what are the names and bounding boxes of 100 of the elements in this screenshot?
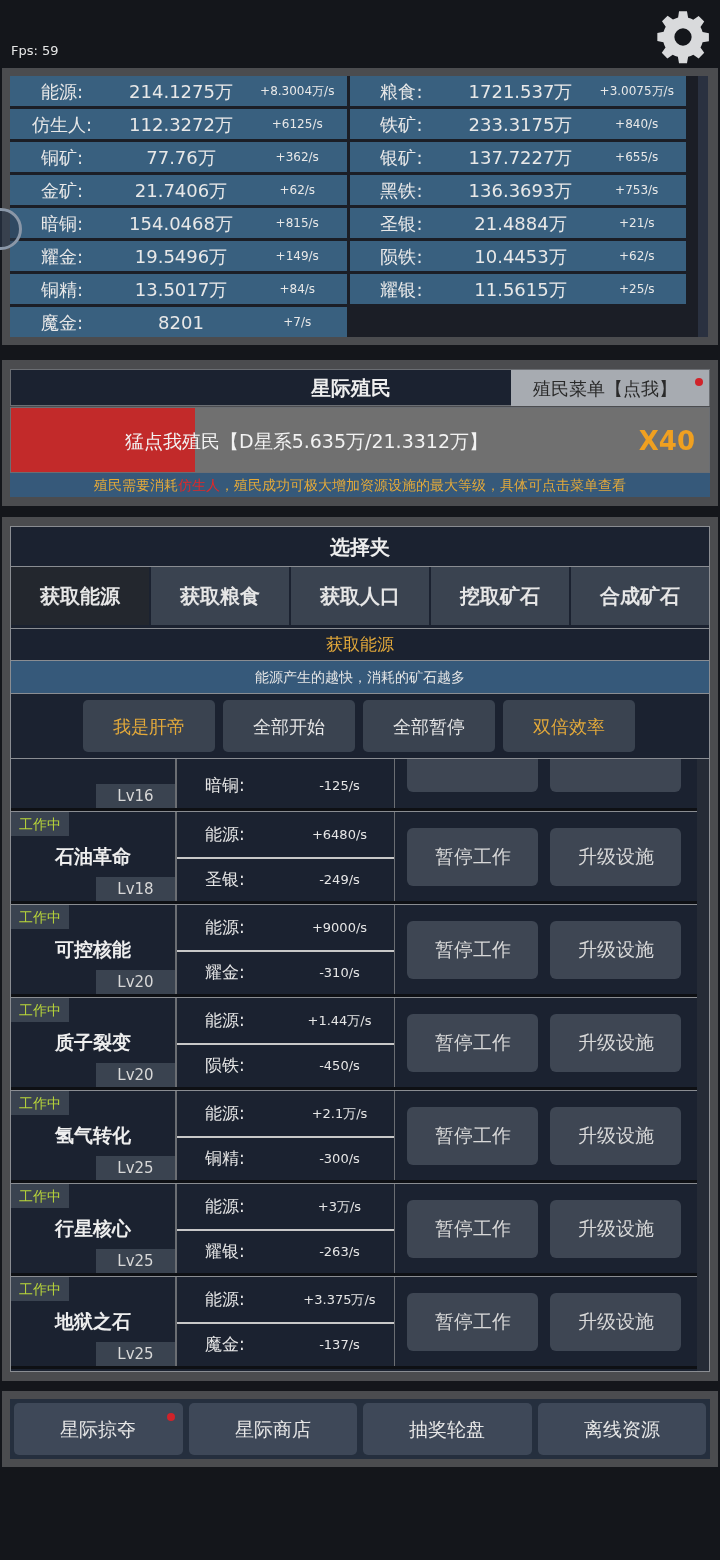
working-badge: 工作中 [11,998,69,1022]
category-tab[interactable]: 挖取矿石 [431,567,569,625]
facility-button[interactable]: 升级设施 [550,1013,681,1072]
facility-button[interactable]: 暂停工作 [407,920,538,979]
resource-rate: -263/s [318,1243,361,1262]
resource-amount: 214.1275万 [128,79,234,104]
resource-amount: 154.0468万 [128,211,234,236]
action-button[interactable]: 全部暂停 [363,700,495,752]
resource-name: 暗铜: [39,211,85,236]
resource-rate: +3万/s [316,1198,363,1217]
facility-button[interactable]: 暂停工作 [407,1199,538,1258]
resource-name: 圣银: [204,868,246,892]
resource-name: 仿生人: [30,112,94,137]
facility-button[interactable]: 暂停工作 [407,1106,538,1165]
resource-rate: +8.3004万/s [259,83,336,100]
resource-name: 圣银: [379,211,424,236]
working-badge: 工作中 [11,812,69,836]
facility-button[interactable]: 升级设施 [550,1199,681,1258]
facility-button[interactable]: 暂停工作 [407,1292,538,1351]
colony-progress-bar[interactable]: 猛点我殖民【D星系5.635万/21.3312万】 X40 [10,407,710,473]
resource-name: 能源: [204,1195,246,1219]
resource-rate: -450/s [318,1057,361,1076]
facility-name: 质子裂变 [54,1030,132,1055]
resource-name: 黑铁: [379,178,424,203]
resource-name: 耀金: [39,244,85,269]
resource-rate: +655/s [614,149,660,166]
resource-name: 魔金: [204,1333,246,1357]
resource-amount: 8201 [157,310,205,335]
resource-name: 暗铜: [204,774,246,798]
working-badge: 工作中 [11,1184,69,1208]
resource-rate: +815/s [274,215,320,232]
resource-name: 耀银: [379,277,424,302]
resource-rate: +21/s [617,215,656,232]
level-label: Lv16 [96,784,175,808]
colony-title: 星际殖民 [311,374,391,402]
menu-button[interactable]: 星际商店 [188,1403,357,1455]
resource-name: 能源: [204,1102,246,1126]
fps-counter: Fps: 59 [11,42,59,60]
resource-name: 能源: [204,1009,246,1033]
resource-rate: +2.1万/s [310,1105,369,1124]
resource-rate: +1.44万/s [306,1012,373,1031]
facility-button[interactable]: 暂停工作 [407,1013,538,1072]
resource-rate: +62/s [617,248,656,265]
resource-rate: +149/s [274,248,320,265]
facility-button[interactable]: 升级设施 [550,1106,681,1165]
action-button[interactable]: 双倍效率 [503,700,635,752]
level-label: Lv25 [96,1249,175,1273]
category-tab[interactable]: 合成矿石 [571,567,709,625]
resource-rate: +3.0075万/s [598,83,675,100]
resource-rate: +753/s [614,182,660,199]
facility-button[interactable]: 升级设施 [550,1292,681,1351]
resource-rate: +840/s [614,116,660,133]
resource-amount: 19.5496万 [133,244,229,269]
resource-amount: 21.7406万 [133,178,229,203]
working-badge: 工作中 [11,1277,69,1301]
category-tab[interactable]: 获取人口 [291,567,429,625]
resource-amount: 112.3272万 [128,112,234,137]
resource-name: 粮食: [379,79,424,104]
resource-rate: +3.375万/s [302,1291,377,1310]
resource-amount: 11.5615万 [473,277,568,302]
menu-button[interactable]: 星际掠夺 [14,1403,183,1455]
resource-rate: +6125/s [270,116,324,133]
facility-button[interactable]: 升级设施 [550,827,681,886]
resource-rate: +9000/s [310,919,369,938]
action-button[interactable]: 全部开始 [223,700,355,752]
resource-rate: -137/s [318,1336,361,1355]
resource-name: 银矿: [379,145,424,170]
resource-name: 铁矿: [379,112,424,137]
section-title: 获取能源 [11,628,709,661]
resource-amount: 136.3693万 [467,178,574,203]
facility-name: 石油革命 [54,844,132,869]
facility-button[interactable]: 暂停工作 [407,827,538,886]
level-label: Lv18 [96,877,175,901]
resource-amount: 137.7227万 [467,145,574,170]
resource-amount: 10.4453万 [473,244,568,269]
resource-amount: 1721.537万 [467,79,574,104]
resource-amount: 233.3175万 [467,112,574,137]
resource-name: 铜精: [39,277,85,302]
resource-name: 铜矿: [39,145,85,170]
facility-button[interactable]: 升级设施 [550,920,681,979]
colony-info-text: 殖民需要消耗仿生人，殖民成功可极大增加资源设施的最大等级，具体可点击菜单查看 [10,473,710,497]
resource-rate: +84/s [278,281,317,298]
menu-button[interactable]: 离线资源 [537,1403,706,1455]
facility-name: 氢气转化 [54,1123,132,1148]
level-label: Lv25 [96,1342,175,1366]
category-tab[interactable]: 获取粮食 [151,567,289,625]
level-label: Lv20 [96,970,175,994]
settings-icon[interactable] [655,9,711,65]
resource-name: 耀银: [204,1240,246,1264]
resource-name: 能源: [204,916,246,940]
resource-name: 陨铁: [204,1054,246,1078]
section-description: 能源产生的越快，消耗的矿石越多 [11,661,709,693]
resource-rate: +62/s [278,182,317,199]
colony-menu-button[interactable]: 殖民菜单【点我】 [511,370,709,406]
resource-rate: +25/s [617,281,656,298]
resource-rate: -310/s [318,964,361,983]
resource-rate: -125/s [318,777,361,796]
action-button[interactable]: 我是肝帝 [83,700,215,752]
menu-button[interactable]: 抽奖轮盘 [363,1403,532,1455]
category-tab[interactable]: 获取能源 [11,567,149,625]
